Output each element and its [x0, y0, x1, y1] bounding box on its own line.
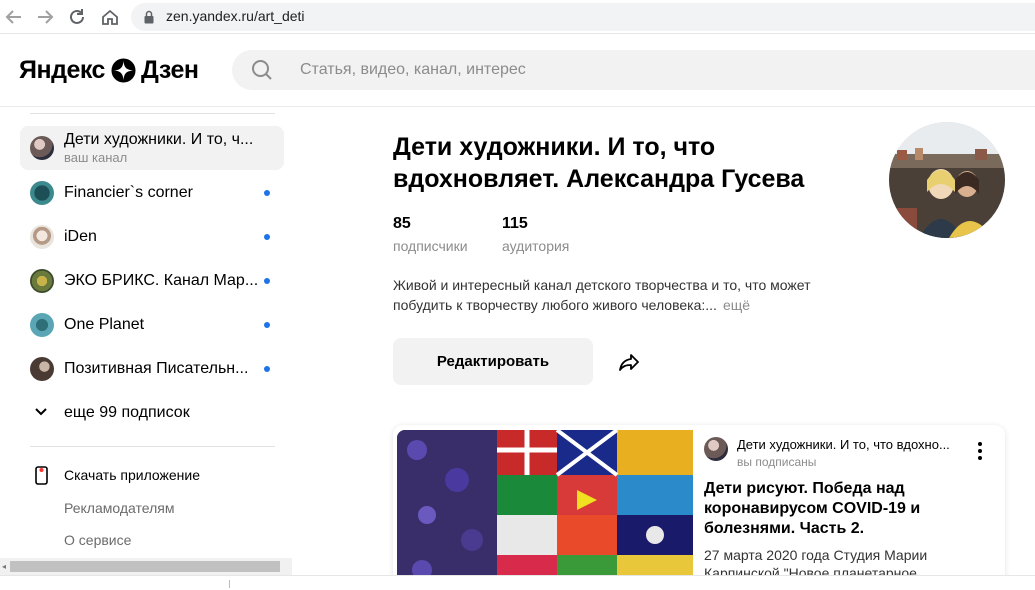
chevron-down-icon	[35, 408, 47, 416]
channel-avatar	[30, 181, 54, 205]
share-icon[interactable]	[617, 350, 641, 374]
channel-name: One Planet	[64, 316, 145, 333]
url-text: zen.yandex.ru/art_deti	[166, 8, 305, 24]
splitter-tick	[229, 580, 230, 588]
article-card[interactable]: Дети художники. И то, что вдохно... вы п…	[393, 425, 1005, 590]
search-bar[interactable]	[232, 50, 1035, 90]
yandex-zen-logo[interactable]: Яндекс Дзен	[19, 55, 199, 85]
channel-avatar-large	[889, 122, 1005, 238]
more-subscriptions-label: еще 99 подписок	[64, 404, 190, 421]
home-icon[interactable]	[99, 6, 121, 28]
new-posts-dot	[264, 322, 270, 328]
site-header: Яндекс Дзен	[0, 35, 1035, 107]
subscribers-label: подписчики	[393, 238, 468, 254]
channel-name: Позитивная Писательн...	[64, 360, 249, 377]
search-input[interactable]	[300, 60, 1000, 80]
card-channel-avatar	[704, 437, 728, 461]
description-more-link[interactable]: ещё	[723, 297, 750, 313]
more-vertical-icon[interactable]	[975, 441, 985, 461]
channel-name: iDen	[64, 228, 97, 245]
horizontal-scrollbar[interactable]: ◂	[0, 558, 292, 575]
zen-star-icon	[111, 57, 136, 83]
scrollbar-thumb[interactable]	[10, 561, 280, 572]
audience-stat: 115 аудитория	[502, 215, 569, 254]
show-more-subscriptions[interactable]: еще 99 подписок	[20, 401, 284, 425]
sidebar-channel[interactable]: One Planet	[20, 303, 284, 347]
channel-avatar	[30, 225, 54, 249]
logo-yandex: Яндекс	[19, 55, 105, 84]
sidebar-channel-own[interactable]: Дети художники. И то, ч... ваш канал	[20, 126, 284, 170]
sidebar: Дети художники. И то, ч... ваш канал Fin…	[0, 108, 292, 590]
new-posts-dot	[264, 366, 270, 372]
sidebar-divider-top	[30, 113, 275, 114]
sidebar-channel[interactable]: iDen	[20, 215, 284, 259]
sidebar-channel[interactable]: ЭКО БРИКС. Канал Мар...	[20, 259, 284, 303]
browser-toolbar: zen.yandex.ru/art_deti	[0, 0, 1035, 34]
sidebar-channel[interactable]: Financier`s corner	[20, 171, 284, 215]
phone-icon	[35, 466, 48, 485]
channel-avatar	[30, 136, 54, 160]
new-posts-dot	[264, 278, 270, 284]
download-app-link[interactable]: Скачать приложение	[20, 464, 284, 486]
audience-count: 115	[502, 215, 528, 232]
channel-name: Дети художники. И то, ч...	[64, 131, 254, 148]
search-icon[interactable]	[251, 59, 273, 81]
channel-avatar	[30, 357, 54, 381]
logo-zen: Дзен	[140, 55, 199, 84]
address-bar[interactable]: zen.yandex.ru/art_deti	[131, 3, 1035, 31]
subscribers-stat: 85 подписчики	[393, 215, 468, 254]
download-app-label: Скачать приложение	[64, 467, 201, 483]
bottom-edge	[0, 575, 1035, 590]
back-icon[interactable]	[3, 6, 25, 28]
channel-name: Financier`s corner	[64, 184, 193, 201]
channel-sub: ваш канал	[64, 150, 128, 165]
audience-label: аудитория	[502, 238, 570, 254]
channel-name: ЭКО БРИКС. Канал Мар...	[64, 272, 259, 289]
sidebar-channel[interactable]: Позитивная Писательн...	[20, 347, 284, 391]
channel-avatar	[30, 313, 54, 337]
channel-avatar	[30, 269, 54, 293]
article-image	[397, 430, 693, 590]
subscribers-count: 85	[393, 215, 411, 232]
reload-icon[interactable]	[66, 6, 88, 28]
scroll-left-icon[interactable]: ◂	[0, 561, 8, 572]
channel-description: Живой и интересный канал детского творче…	[393, 275, 863, 315]
channel-title: Дети художники. И то, что вдохновляет. А…	[393, 133, 805, 193]
article-title[interactable]: Дети рисуют. Победа над коронавирусом CO…	[704, 479, 974, 539]
edit-channel-button[interactable]: Редактировать	[393, 338, 593, 385]
new-posts-dot	[264, 190, 270, 196]
lock-icon	[144, 10, 154, 24]
new-posts-dot	[264, 234, 270, 240]
card-channel-name[interactable]: Дети художники. И то, что вдохно...	[737, 437, 961, 452]
sidebar-divider-bottom	[30, 446, 275, 447]
card-subscription-status: вы подписаны	[737, 455, 817, 469]
forward-icon[interactable]	[34, 6, 56, 28]
about-link[interactable]: О сервисе	[64, 532, 131, 548]
advertisers-link[interactable]: Рекламодателям	[64, 500, 174, 516]
